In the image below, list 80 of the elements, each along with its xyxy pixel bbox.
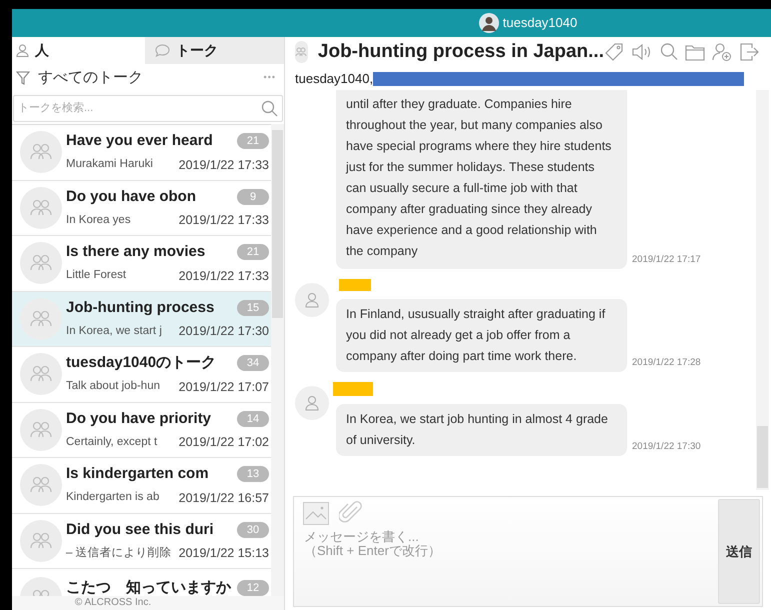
talk-title: Do you have obon: [66, 186, 196, 207]
message-time: 2019/1/22 17:30: [632, 440, 701, 454]
tag-icon[interactable]: [604, 42, 624, 62]
talk-preview: Certainly, except t: [66, 434, 158, 450]
search-field[interactable]: トークを検索...: [13, 94, 283, 122]
group-icon: [30, 476, 52, 494]
talk-preview: In Korea yes: [66, 212, 131, 228]
group-icon: [30, 365, 52, 384]
talk-preview: Talk about job-hun: [66, 379, 160, 394]
unread-count: 14: [237, 410, 269, 427]
unread-count: 30: [237, 522, 269, 538]
message-bubble: In Korea, we start job hunting in almost 4 grade of university.: [336, 404, 627, 456]
group-icon: [30, 198, 52, 217]
talk-item[interactable]: Did you see this duri 30 – 送信者により削除 2019/1/22 15:13: [12, 514, 271, 569]
talk-time: 2019/1/22 15:13: [178, 545, 269, 562]
unread-count: 9: [237, 188, 269, 205]
filter-icon[interactable]: [16, 70, 30, 86]
tab[interactable]: トーク: [145, 37, 284, 64]
talk-preview: In Korea, we start j: [66, 324, 162, 339]
message-bubble: In Finland, ususually straight after graduating if you did not already get a job offer from a company after doing part time work there.: [336, 299, 627, 372]
copyright-text: © ALCROSS Inc.: [74, 596, 152, 610]
talk-title: こたつ 知っていますか: [66, 578, 231, 596]
send-button[interactable]: 送信: [718, 499, 760, 604]
talk-title: tuesday1040のトーク: [66, 353, 216, 374]
talk-title: Is kindergarten com: [66, 464, 209, 484]
talk-title: Did you see this duri: [66, 520, 214, 540]
search-icon[interactable]: [660, 42, 678, 62]
exit-icon[interactable]: [739, 42, 759, 62]
unread-count: 21: [237, 133, 269, 150]
unread-count: 21: [237, 244, 269, 260]
filter-label[interactable]: すべてのトーク: [38, 66, 143, 90]
chat-bubble-icon: [155, 44, 170, 57]
folder-icon[interactable]: [685, 43, 705, 61]
talk-preview: Murakami Haruki: [66, 157, 153, 172]
unread-count: 15: [237, 300, 269, 316]
group-icon: [30, 143, 52, 162]
redaction-mark: [333, 382, 373, 396]
user-name: tuesday1040: [502, 14, 578, 32]
image-icon[interactable]: [303, 502, 329, 524]
talk-preview: – 送信者により削除: [66, 546, 172, 561]
talk-title: Do you have priority: [66, 408, 212, 429]
unread-count: 13: [237, 466, 269, 482]
search-icon[interactable]: [261, 100, 278, 116]
talk-item[interactable]: Do you have obon 9 In Korea yes 2019/1/22 17:33: [12, 180, 271, 236]
user-avatar[interactable]: [478, 13, 499, 33]
group-icon: [30, 254, 52, 272]
talk-item[interactable]: Do you have priority 14 Certainly, except t 2019/1/22 17:02: [12, 402, 271, 458]
talk-time: 2019/1/22 17:30: [178, 323, 269, 340]
scrollbar[interactable]: [271, 124, 284, 596]
group-icon: [30, 310, 52, 328]
message-time: 2019/1/22 17:28: [632, 356, 701, 370]
add-user-icon[interactable]: [712, 42, 732, 62]
person-icon: [304, 395, 320, 411]
member-list: tuesday1040,: [295, 68, 374, 88]
talk-title: Job-hunting process: [66, 298, 214, 318]
chat-title: Job-hunting process in Japan...: [318, 40, 604, 64]
message-time: 2019/1/22 17:17: [632, 252, 701, 267]
person-icon: [304, 292, 320, 308]
paperclip-icon[interactable]: [339, 501, 363, 525]
talk-time: 2019/1/22 17:07: [178, 378, 269, 396]
unread-count: 12: [237, 580, 269, 596]
talk-time: 2019/1/22 16:57: [178, 490, 269, 507]
talk-time: 2019/1/22 17:33: [178, 156, 269, 174]
unread-count: 34: [237, 355, 269, 372]
talk-item[interactable]: Job-hunting process 15 In Korea, we start j 2019/1/22 17:30: [12, 292, 271, 347]
talk-title: Have you ever heard: [66, 131, 213, 152]
scrollbar[interactable]: [756, 90, 769, 490]
message-bubble: until after they graduate. Companies hire throughout the year, but many companies also have special programs where they hire students just for the summer holidays. These students can usually secure a full-time job with that company after graduating since they already have experience and a good relationship with the company: [336, 90, 627, 269]
talk-title: Is there any movies: [66, 242, 206, 262]
talk-time: 2019/1/22 17:33: [178, 212, 269, 230]
group-icon: [30, 420, 52, 439]
talk-preview: Kindergarten is ab: [66, 490, 160, 506]
talk-preview: Little Forest: [66, 268, 126, 284]
talk-time: 2019/1/22 17:33: [178, 268, 269, 285]
redaction-mark: [339, 279, 371, 291]
speaker-icon[interactable]: [631, 42, 653, 62]
group-icon: [30, 532, 52, 550]
group-icon: [295, 47, 308, 57]
talk-time: 2019/1/22 17:02: [178, 434, 269, 452]
person-icon: [16, 44, 29, 57]
